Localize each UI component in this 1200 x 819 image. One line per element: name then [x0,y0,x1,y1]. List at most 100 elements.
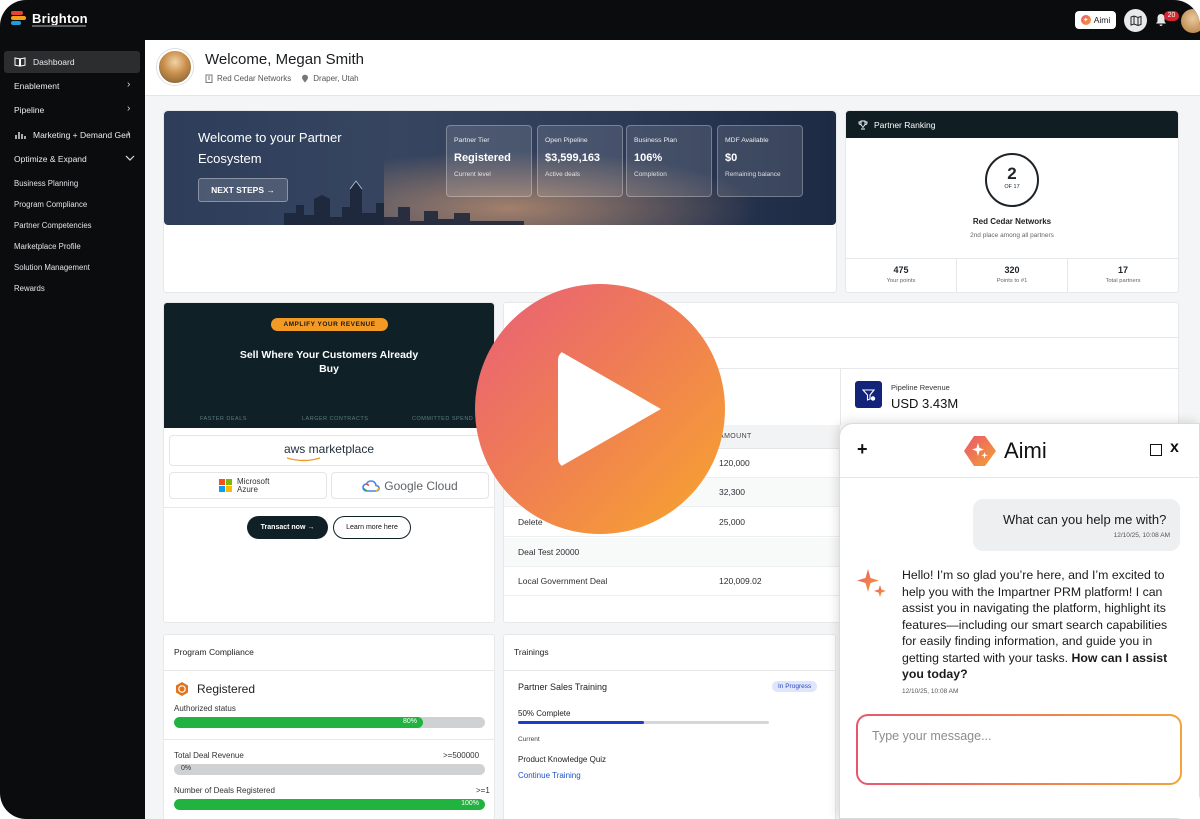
progress-fill [174,799,485,810]
user-message-bubble: What can you help me with? 12/10/25, 10:… [973,499,1180,551]
aimi-chat-panel: + Aimi x What can you help me with? 12/1… [839,423,1200,819]
pipeline-revenue-icon-box [855,381,882,408]
sidebar-item-label: Enablement [14,81,60,91]
status-label: Authorized status [174,704,236,713]
deal-revenue-bar: 0% [174,764,485,775]
progress-fill [518,721,644,724]
training-progress-bar [518,721,769,724]
play-video-button[interactable] [475,284,725,534]
next-steps-button[interactable]: NEXT STEPS → [198,178,288,202]
new-chat-button[interactable]: + [857,439,868,460]
deals-label: Number of Deals Registered [174,786,275,795]
location-name: Draper, Utah [313,74,359,83]
next-course-name: Product Knowledge Quiz [518,755,607,764]
sidebar-subitem-marketplace-profile[interactable]: Marketplace Profile [14,242,81,251]
marketplace-banner: AMPLIFY YOUR REVENUE Sell Where Your Cus… [164,303,494,428]
progress-percent: 80% [402,718,417,725]
stat-sub: Current level [454,171,491,178]
aws-logo-text: aws marketplace [283,441,375,456]
chevron-down-icon [125,155,135,161]
table-row[interactable]: Deal Test 20000 [504,538,840,567]
rank-of: OF 17 [1004,184,1020,190]
book-icon [14,57,26,67]
google-cloud-icon [362,479,381,492]
sidebar-subitem-program-compliance[interactable]: Program Compliance [14,200,87,209]
page-title: Welcome, Megan Smith [205,51,364,68]
deal-amount: 120,000 [719,458,750,468]
stat-sub: Remaining balance [725,171,781,178]
chevron-right-icon: › [127,79,131,90]
google-cloud-logo[interactable]: Google Cloud [331,472,489,499]
building-icon [205,74,213,83]
stat-value: $0 [725,152,738,164]
sidebar-item-marketing[interactable]: Marketing + Demand Gen › [4,124,140,146]
in-progress-badge: In Progress [772,681,818,692]
revenue-target: >=500000 [443,751,480,760]
deal-name: Local Government Deal [518,576,608,586]
top-bar: Brighton ✦ Aimi 20 [0,0,1200,40]
tier-badge-icon [176,682,188,696]
aimi-header: + Aimi x [840,424,1200,478]
sidebar-item-label: Dashboard [33,57,75,67]
compliance-tier: Registered [197,682,256,696]
user-avatar[interactable] [1181,9,1200,33]
stat-value: 106% [634,152,663,164]
rank-company: Red Cedar Networks [972,217,1052,226]
sidebar-subitem-rewards[interactable]: Rewards [14,284,45,293]
maximize-button[interactable] [1150,444,1162,456]
deals-registered-bar: 100% [174,799,485,810]
message-input-frame: Type your message... [856,714,1182,785]
funnel-dollar-icon [861,388,875,401]
aimi-sparkle-icon: ✦ [1080,15,1091,25]
divider [504,670,835,671]
transact-now-button[interactable]: Transact now → [247,516,328,539]
hero-title: Welcome to your Partner Ecosystem [198,130,342,166]
sidebar-item-optimize[interactable]: Optimize & Expand [4,148,140,170]
aws-marketplace-logo[interactable]: aws marketplace [169,435,489,466]
aimi-launcher-button[interactable]: ✦ Aimi [1075,11,1116,29]
microsoft-azure-logo[interactable]: Microsoft Azure [169,472,327,499]
brand-logo[interactable]: Brighton [11,10,88,26]
benefit-label: FASTER DEALS [200,416,247,422]
trophy-icon [858,120,868,129]
stat-tile-open-pipeline[interactable]: Open Pipeline $3,599,163 Active deals [537,125,623,197]
rank-badge: 2 OF 17 [985,153,1039,207]
training-progress-text: 50% Complete [518,709,571,718]
rank-stat-label: Your points [886,278,916,284]
stat-label: Partner Tier [454,137,490,144]
aimi-title: Aimi [1004,438,1047,463]
profile-photo [157,49,193,85]
aimi-sparkle-icon [857,569,886,597]
user-message-time: 12/10/25, 10:08 AM [1113,532,1170,539]
table-row[interactable]: Local Government Deal 120,009.02 [504,567,840,596]
stat-tile-partner-tier[interactable]: Partner Tier Registered Current level [446,125,532,197]
deal-amount: 25,000 [719,517,745,527]
progress-percent: 100% [461,800,479,807]
company-name: Red Cedar Networks [217,74,292,83]
deal-name: Deal Test 20000 [518,547,580,557]
message-input[interactable]: Type your message... [858,716,1180,783]
sidebar-item-dashboard[interactable]: Dashboard [4,51,140,73]
learn-more-button[interactable]: Learn more here [333,516,411,539]
stat-tile-business-plan[interactable]: Business Plan 106% Completion [626,125,712,197]
sidebar-subitem-business-planning[interactable]: Business Planning [14,179,78,188]
map-icon [1130,15,1141,26]
sidebar-item-pipeline[interactable]: Pipeline › [4,99,140,121]
sidebar-subitem-solution-management[interactable]: Solution Management [14,263,90,272]
brand-name: Brighton [32,10,88,26]
rank-stat-value: 17 [1117,265,1128,275]
play-icon [558,350,661,468]
sidebar-item-label: Marketing + Demand Gen [33,130,131,140]
stat-tile-mdf-available[interactable]: MDF Available $0 Remaining balance [717,125,803,197]
compliance-title: Program Compliance [174,647,254,657]
map-button[interactable] [1124,9,1147,32]
continue-training-link[interactable]: Continue Training [518,771,581,780]
training-course-name[interactable]: Partner Sales Training [518,682,607,692]
aimi-logo-icon [964,436,996,466]
divider [840,369,841,425]
bar-chart-icon [15,132,26,139]
sidebar-subitem-partner-competencies[interactable]: Partner Competencies [14,221,92,230]
sidebar-item-enablement[interactable]: Enablement › [4,75,140,97]
close-button[interactable]: x [1170,439,1179,457]
notification-badge: 20 [1164,11,1179,21]
